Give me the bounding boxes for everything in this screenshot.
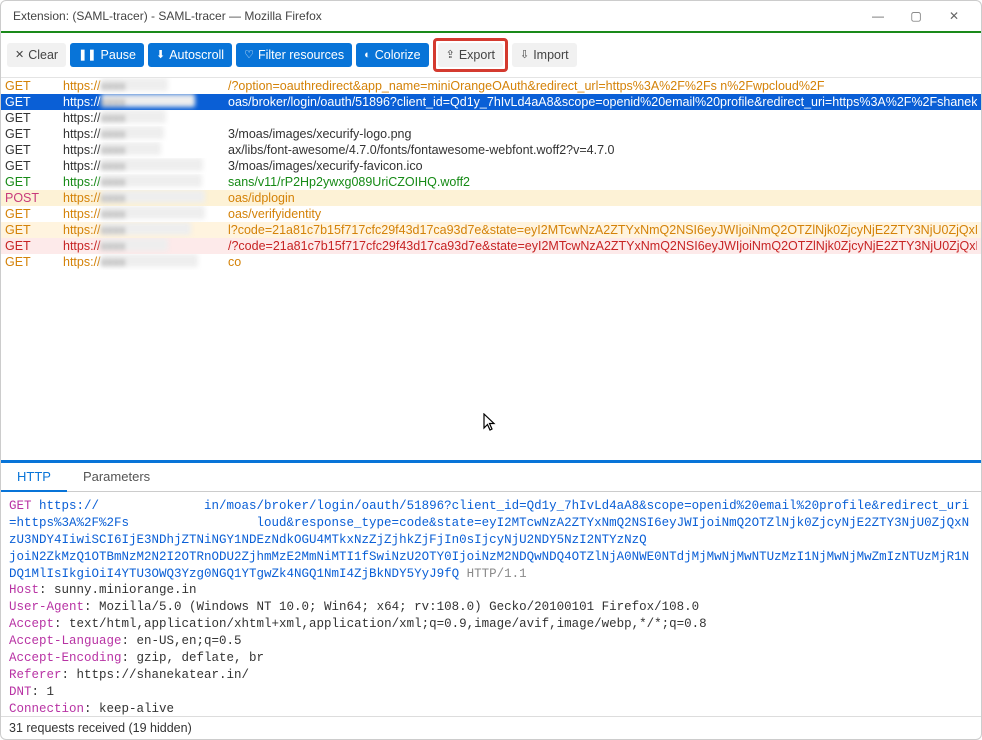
minimize-button[interactable]: — (859, 2, 897, 30)
request-list[interactable]: GEThttps://xxxx/?option=oauthredirect&ap… (1, 78, 981, 388)
colorize-button[interactable]: ◐Colorize (356, 43, 429, 67)
request-row[interactable]: GEThttps://xxxx3/moas/images/xecurify-fa… (1, 158, 981, 174)
filter-label: Filter resources (258, 46, 344, 64)
detail-tabs: HTTP Parameters (1, 460, 981, 492)
colorize-label: Colorize (375, 46, 421, 64)
maximize-button[interactable]: ▢ (897, 2, 935, 30)
clear-button[interactable]: ✕Clear (7, 43, 66, 67)
request-row[interactable]: GEThttps://xxxx/?option=oauthredirect&ap… (1, 78, 981, 94)
download-icon: ⬇ (156, 46, 165, 64)
request-row[interactable]: GEThttps://xxxxsans/v11/rP2Hp2ywxg089Uri… (1, 174, 981, 190)
pause-label: Pause (101, 46, 136, 64)
filter-button[interactable]: ♡Filter resources (236, 43, 352, 67)
export-label: Export (459, 46, 495, 64)
window-title: Extension: (SAML-tracer) - SAML-tracer —… (9, 9, 859, 23)
export-icon: ⇪ (446, 46, 455, 64)
request-row[interactable]: GEThttps://xxxxax/libs/font-awesome/4.7.… (1, 142, 981, 158)
request-row[interactable]: GEThttps://xxxxl?code=21a81c7b15f717cfc2… (1, 222, 981, 238)
import-icon: ⇩ (520, 46, 529, 64)
export-button[interactable]: ⇪Export (438, 43, 503, 67)
clear-icon: ✕ (15, 46, 24, 64)
request-row[interactable]: GEThttps://xxxxco (1, 254, 981, 270)
tab-http[interactable]: HTTP (1, 463, 67, 492)
clear-label: Clear (28, 46, 58, 64)
request-row[interactable]: GEThttps://xxxx3/moas/images/xecurify-lo… (1, 126, 981, 142)
window-titlebar: Extension: (SAML-tracer) - SAML-tracer —… (1, 1, 981, 31)
tab-parameters[interactable]: Parameters (67, 463, 166, 491)
autoscroll-button[interactable]: ⬇Autoscroll (148, 43, 232, 67)
pause-button[interactable]: ❚❚ Pause (70, 43, 144, 67)
request-row[interactable]: GEThttps://xxxxoas/broker/login/oauth/51… (1, 94, 981, 110)
import-button[interactable]: ⇩Import (512, 43, 577, 67)
cursor-icon (1, 388, 981, 458)
request-row[interactable]: GEThttps://xxxx/?code=21a81c7b15f717cfc2… (1, 238, 981, 254)
close-button[interactable]: ✕ (935, 2, 973, 30)
request-row[interactable]: GEThttps://xxxx (1, 110, 981, 126)
colorize-icon: ◐ (364, 46, 371, 64)
export-highlight: ⇪Export (433, 38, 508, 72)
request-row[interactable]: GEThttps://xxxxoas/verifyidentity (1, 206, 981, 222)
filter-icon: ♡ (244, 46, 254, 64)
pause-icon: ❚❚ (78, 46, 96, 64)
request-row[interactable]: POSThttps://xxxxoas/idplogin (1, 190, 981, 206)
import-label: Import (533, 46, 568, 64)
detail-pane[interactable]: GET https:// in/moas/broker/login/oauth/… (1, 492, 981, 716)
autoscroll-label: Autoscroll (169, 46, 224, 64)
status-bar: 31 requests received (19 hidden) (1, 716, 981, 739)
toolbar: ✕Clear ❚❚ Pause ⬇Autoscroll ♡Filter resou… (1, 33, 981, 78)
